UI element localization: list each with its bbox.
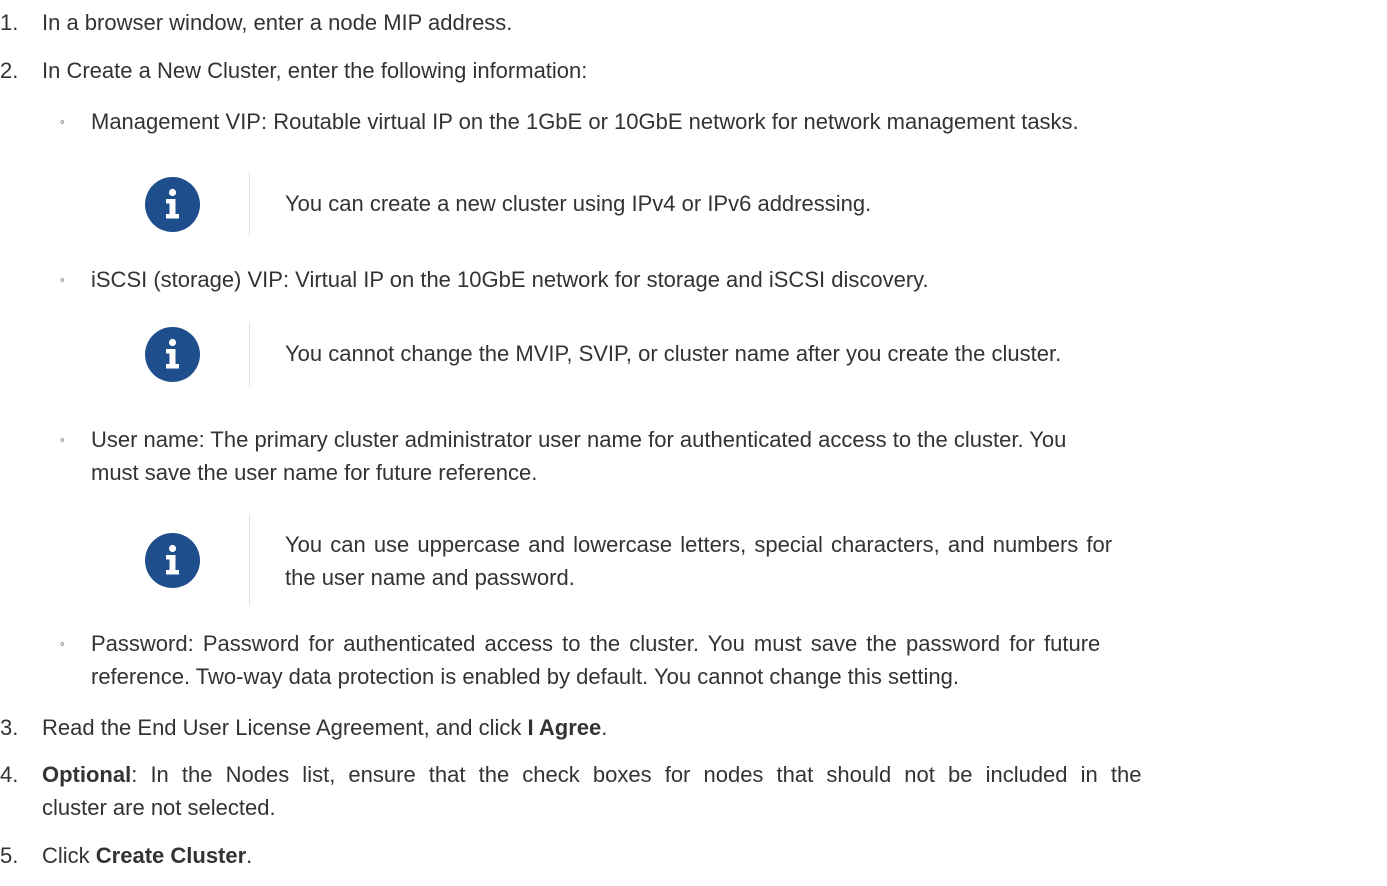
step-number: 3.	[0, 715, 19, 740]
sub-item-line-1: User name: The primary cluster administr…	[91, 423, 1383, 456]
note-admonition: You can create a new cluster using IPv4 …	[145, 172, 1245, 236]
step-number: 1.	[0, 10, 19, 35]
sub-item-line-1: Password: Password for authenticated acc…	[91, 631, 1101, 656]
step-number: 4.	[0, 762, 19, 787]
step-emphasis: I Agree	[527, 715, 602, 740]
step-text: In Create a New Cluster, enter the follo…	[42, 58, 588, 83]
sub-item-iscsi-vip: ◦ iSCSI (storage) VIP: Virtual IP on the…	[60, 263, 1383, 296]
note-text: You can use uppercase and lowercase lett…	[285, 528, 1112, 594]
bullet-icon: ◦	[60, 114, 65, 129]
step-number: 5.	[0, 843, 19, 868]
sub-item-line-2: must save the user name for future refer…	[91, 460, 538, 485]
note-text: You cannot change the MVIP, SVIP, or clu…	[285, 341, 1062, 366]
step-emphasis: Create Cluster	[95, 843, 247, 868]
sub-item-text: Management VIP: Routable virtual IP on t…	[91, 109, 1079, 134]
step-text: Click	[42, 843, 96, 868]
note-admonition: You can use uppercase and lowercase lett…	[145, 514, 1295, 606]
note-text: You can create a new cluster using IPv4 …	[285, 191, 872, 216]
line-text: User name: The primary cluster administr…	[91, 427, 1067, 452]
info-icon	[145, 533, 200, 588]
note-divider	[249, 172, 250, 236]
note-divider	[249, 514, 250, 606]
step-3: 3. Read the End User License Agreement, a…	[0, 711, 607, 744]
bullet-icon: ◦	[60, 636, 65, 651]
bullet-icon: ◦	[60, 272, 65, 287]
step-number: 2.	[0, 58, 19, 83]
sub-item-line-2: reference. Two-way data protection is en…	[91, 664, 959, 689]
step-text: In a browser window, enter a node MIP ad…	[42, 10, 513, 35]
step-4-continuation: cluster are not selected.	[42, 795, 276, 820]
step-text-end: .	[601, 715, 608, 740]
note-line-2: the user name and password.	[285, 565, 575, 590]
sub-item-text: User name: The primary cluster administr…	[60, 423, 1383, 489]
step-text: Read the End User License Agreement, and…	[42, 715, 528, 740]
sub-item-text: iSCSI (storage) VIP: Virtual IP on the 1…	[91, 267, 929, 292]
info-icon	[145, 327, 200, 382]
step-emphasis: Optional	[42, 762, 132, 787]
sub-item-management-vip: ◦ Management VIP: Routable virtual IP on…	[60, 105, 1383, 138]
note-admonition: You cannot change the MVIP, SVIP, or clu…	[145, 322, 1295, 386]
note-divider	[249, 322, 250, 386]
info-icon	[145, 177, 200, 232]
step-1: 1. In a browser window, enter a node MIP …	[0, 6, 512, 39]
sub-item-password: ◦ Password: Password for authenticated a…	[60, 627, 1383, 693]
step-text-end: .	[246, 843, 253, 868]
step-text: : In the Nodes list, ensure that the che…	[131, 762, 1142, 787]
step-2: 2. In Create a New Cluster, enter the fol…	[0, 54, 587, 87]
step-5: 5. Click Create Cluster.	[0, 839, 252, 872]
sub-item-user-name: ◦ User name: The primary cluster adminis…	[60, 423, 1383, 489]
sub-item-text: Password: Password for authenticated acc…	[60, 627, 1383, 693]
bullet-icon: ◦	[60, 432, 65, 447]
step-4: 4. Optional: In the Nodes list, ensure th…	[0, 758, 1141, 791]
note-line-1: You can use uppercase and lowercase lett…	[285, 532, 1113, 557]
